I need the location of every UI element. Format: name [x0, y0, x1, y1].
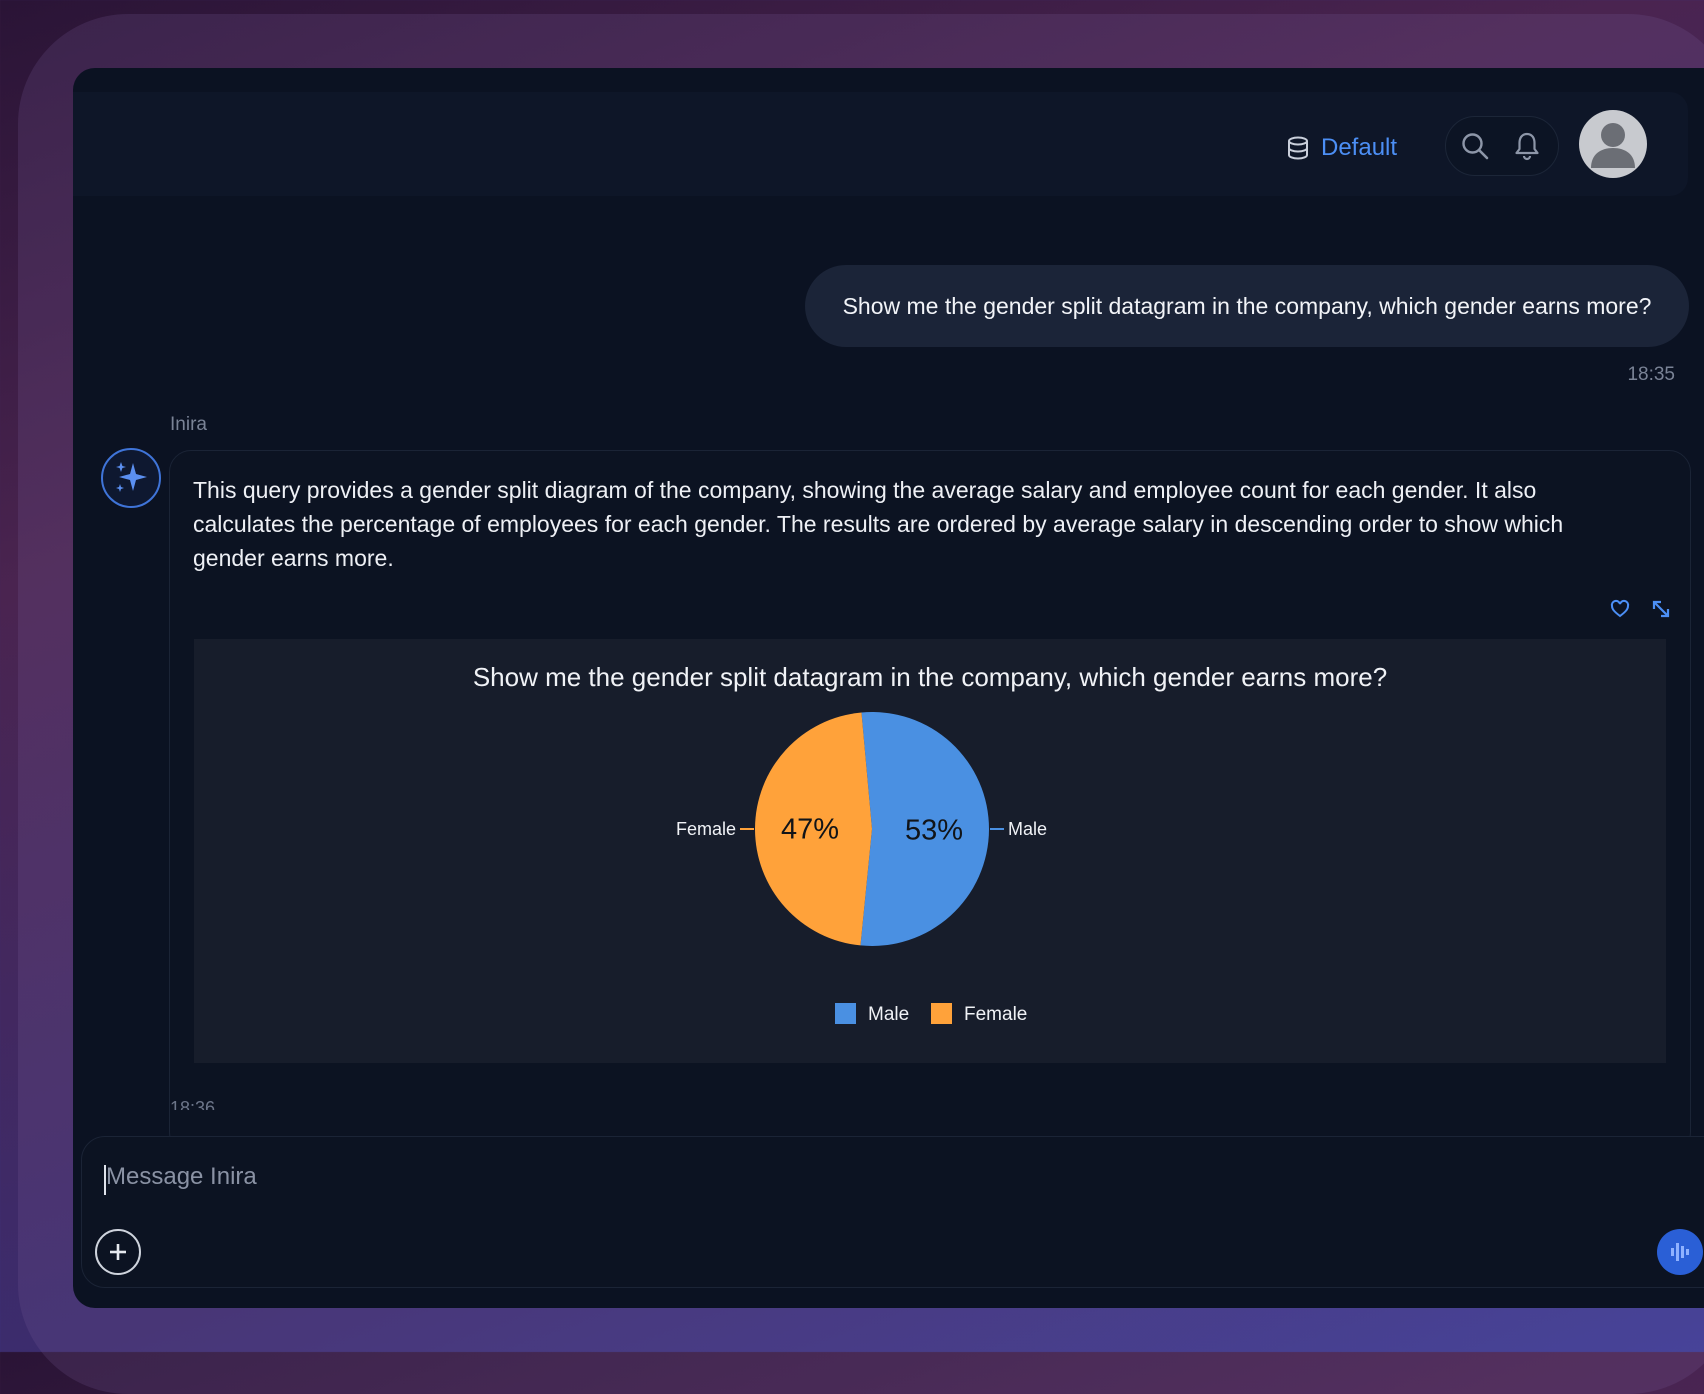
database-icon	[1288, 136, 1308, 160]
user-message-text: Show me the gender split datagram in the…	[842, 292, 1652, 319]
heart-icon[interactable]	[1610, 599, 1630, 619]
legend-label-male[interactable]: Male	[868, 1004, 909, 1025]
bot-avatar	[101, 448, 161, 508]
plus-icon	[110, 1244, 126, 1260]
voice-input-button[interactable]	[1657, 1229, 1703, 1275]
sparkle-icon	[116, 462, 147, 492]
app-window: Default Show me the gender split datagra…	[73, 68, 1704, 1308]
legend-swatch-female[interactable]	[931, 1003, 952, 1024]
database-label: Default	[1321, 134, 1398, 161]
bot-message-card: This query provides a gender split diagr…	[169, 450, 1691, 1154]
add-attachment-button[interactable]	[95, 1229, 141, 1275]
message-input[interactable]: Message Inira	[106, 1163, 257, 1191]
message-composer: Message Inira	[81, 1136, 1704, 1288]
pie-value-label-male: 53%	[905, 814, 963, 846]
pie-outside-label-female: Female	[676, 819, 736, 839]
pie-outside-label-male: Male	[1008, 819, 1047, 839]
legend-label-female[interactable]: Female	[964, 1004, 1027, 1025]
user-avatar[interactable]	[1579, 110, 1647, 178]
person-icon	[1591, 123, 1635, 168]
bell-icon[interactable]	[1512, 131, 1542, 161]
pie-chart: Show me the gender split datagram in the…	[473, 662, 1387, 1025]
user-message-timestamp: 18:35	[1627, 364, 1675, 385]
bot-message-text: This query provides a gender split diagr…	[193, 477, 1564, 571]
search-icon[interactable]	[1460, 131, 1490, 161]
top-bar: Default	[73, 92, 1688, 196]
expand-icon[interactable]	[1651, 599, 1671, 619]
database-selector[interactable]: Default	[1287, 134, 1397, 162]
header-actions	[1445, 116, 1559, 176]
waveform-icon	[1671, 1243, 1689, 1261]
user-message-bubble: Show me the gender split datagram in the…	[805, 265, 1689, 347]
chart-title: Show me the gender split datagram in the…	[473, 662, 1387, 692]
bot-message-timestamp: 18:36	[170, 1098, 216, 1110]
legend-swatch-male[interactable]	[835, 1003, 856, 1024]
chart-container: Show me the gender split datagram in the…	[194, 639, 1666, 1063]
pie-value-label-female: 47%	[781, 814, 839, 846]
bot-sender-name: Inira	[170, 414, 207, 435]
